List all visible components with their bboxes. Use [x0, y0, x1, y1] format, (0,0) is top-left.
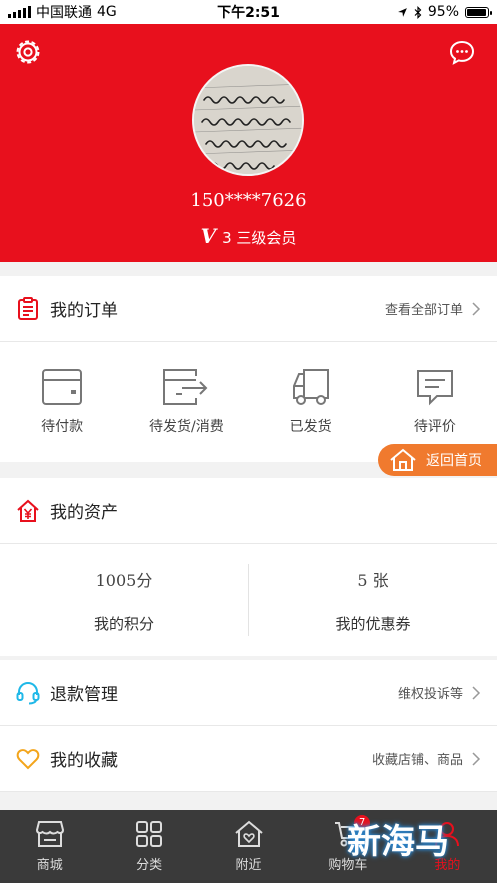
settings-gear-icon[interactable] [14, 38, 42, 66]
battery-icon [465, 6, 492, 18]
view-all-orders-label: 查看全部订单 [384, 303, 463, 318]
order-shipped-label: 已发货 [289, 419, 332, 435]
tab-categories[interactable]: 分类 [99, 810, 198, 883]
message-bubble-icon[interactable] [449, 40, 475, 66]
return-home-button[interactable]: 返回首页 [378, 444, 497, 476]
nearby-home-icon [234, 820, 263, 847]
assets-row: 1005分 我的积分 5 张 我的优惠券 [0, 544, 497, 656]
location-icon [397, 7, 407, 17]
tab-nearby[interactable]: 附近 [199, 810, 298, 883]
order-pending-payment-label: 待付款 [41, 419, 84, 435]
home-icon [390, 448, 416, 471]
pending-ship-icon [163, 369, 208, 405]
heart-icon [16, 748, 40, 769]
truck-icon [292, 369, 329, 405]
review-icon [416, 370, 453, 406]
return-home-label: 返回首页 [426, 453, 482, 469]
orders-title: 我的订单 [50, 301, 118, 321]
member-level: V 3 三级会员 [0, 224, 497, 248]
coupons-item[interactable]: 5 张 我的优惠券 [249, 544, 497, 656]
assets-header: 我的资产 [0, 478, 497, 544]
order-shipped[interactable]: 已发货 [249, 342, 373, 462]
refund-title: 退款管理 [50, 685, 118, 705]
order-pending-shipment-label: 待发货/消费 [149, 419, 224, 435]
orders-header[interactable]: 我的订单 查看全部订单 [0, 276, 497, 342]
orders-card: 我的订单 查看全部订单 待付款 待发货/消费 已发货 待评价 [0, 276, 497, 462]
view-all-orders-link[interactable]: 查看全部订单 [385, 299, 481, 318]
points-value: 1005分 [95, 570, 153, 590]
tab-shop[interactable]: 商城 [0, 810, 99, 883]
member-level-text: 3 三级会员 [222, 229, 297, 247]
favorites-row[interactable]: 我的收藏 收藏店铺、商品 [0, 726, 497, 792]
favorites-hint-label: 收藏店铺、商品 [371, 753, 463, 768]
chevron-right-icon [472, 685, 481, 700]
battery-level [467, 8, 486, 16]
battery-percent: 95% [427, 4, 459, 20]
assets-yuan-icon [17, 499, 39, 522]
favorites-hint: 收藏店铺、商品 [372, 749, 481, 768]
points-label: 我的积分 [93, 614, 154, 633]
profile-header: 150****7626 V 3 三级会员 [0, 24, 497, 262]
favorites-title: 我的收藏 [50, 751, 118, 771]
tab-categories-label: 分类 [136, 858, 163, 873]
order-pending-shipment[interactable]: 待发货/消费 [124, 342, 248, 462]
shop-icon [35, 821, 64, 847]
avatar-image [194, 66, 302, 174]
refund-hint: 维权投诉等 [398, 683, 481, 702]
headset-icon [16, 681, 40, 704]
avatar[interactable] [192, 64, 304, 176]
coupons-value: 5 张 [357, 570, 389, 590]
order-pending-payment[interactable]: 待付款 [0, 342, 124, 462]
chevron-right-icon [472, 751, 481, 766]
clipboard-icon [18, 296, 38, 320]
points-item[interactable]: 1005分 我的积分 [0, 544, 248, 656]
tab-shop-label: 商城 [36, 858, 63, 873]
vip-mark: V [200, 224, 217, 248]
refund-hint-label: 维权投诉等 [397, 687, 463, 702]
services-card: 退款管理 维权投诉等 我的收藏 收藏店铺、商品 [0, 660, 497, 792]
bluetooth-icon [414, 5, 422, 19]
status-bar: 中国联通 4G 下午2:51 95% [0, 0, 497, 24]
tab-nearby-label: 附近 [235, 858, 262, 873]
assets-card: 我的资产 1005分 我的积分 5 张 我的优惠券 [0, 478, 497, 656]
refund-row[interactable]: 退款管理 维权投诉等 [0, 660, 497, 726]
chevron-right-icon [472, 301, 481, 316]
wallet-icon [42, 369, 83, 405]
grid-icon [136, 821, 163, 847]
user-phone: 150****7626 [190, 190, 307, 211]
watermark: 新海马 [347, 822, 449, 862]
status-right: 95% [397, 4, 492, 20]
coupons-label: 我的优惠券 [335, 614, 411, 633]
assets-title: 我的资产 [50, 503, 118, 523]
order-pending-review-label: 待评价 [413, 419, 456, 435]
